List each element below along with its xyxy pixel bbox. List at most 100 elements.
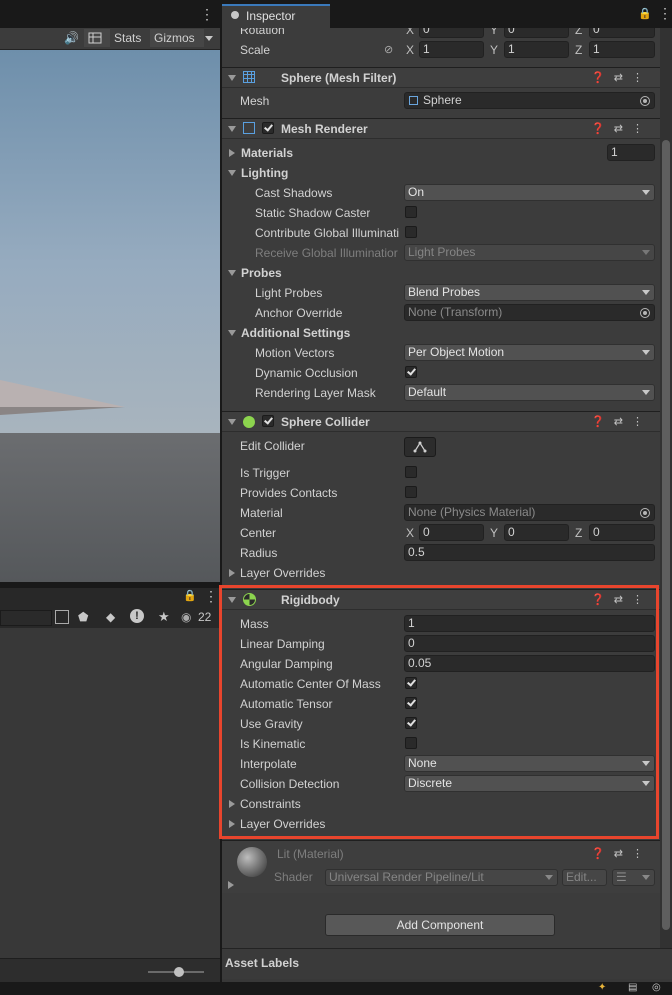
add-component-button[interactable]: Add Component: [325, 914, 555, 936]
collider-material-field[interactable]: None (Physics Material): [404, 504, 655, 521]
axis-x-label[interactable]: X: [406, 43, 414, 57]
cast-shadows-dropdown[interactable]: On: [404, 184, 655, 201]
motion-vectors-dropdown[interactable]: Per Object Motion: [404, 344, 655, 361]
favorite-star-icon[interactable]: ★: [158, 609, 170, 625]
project-lock-icon[interactable]: 🔒: [183, 589, 197, 602]
materials-count-field[interactable]: 1: [607, 144, 655, 161]
axis-y-label[interactable]: Y: [490, 28, 498, 37]
probes-row[interactable]: Probes: [222, 263, 660, 283]
mesh-filter-header[interactable]: Sphere (Mesh Filter) ❓⇄⋮: [222, 67, 660, 88]
foldout-arrow-icon[interactable]: [228, 270, 236, 276]
scale-z-field[interactable]: 1: [589, 41, 655, 58]
foldout-arrow-icon[interactable]: [229, 149, 235, 157]
project-search-input[interactable]: [0, 610, 52, 626]
component-header-icons[interactable]: ❓⇄⋮: [591, 415, 652, 428]
mesh-object-field[interactable]: Sphere: [404, 92, 655, 109]
object-picker-icon[interactable]: [640, 508, 650, 518]
inspector-scroll-thumb[interactable]: [662, 140, 670, 930]
mesh-icon: [409, 96, 418, 105]
light-probes-label: Light Probes: [255, 286, 323, 300]
foldout-arrow-icon[interactable]: [229, 569, 235, 577]
foldout-arrow-icon[interactable]: [228, 126, 236, 132]
component-header-icons[interactable]: ❓⇄⋮: [591, 122, 652, 135]
rotation-y-field[interactable]: 0: [504, 28, 569, 38]
collider-material-label: Material: [240, 506, 283, 520]
axis-x-label[interactable]: X: [406, 526, 414, 540]
center-row: Center X 0 Y 0 Z 0: [222, 523, 660, 543]
component-header-icons[interactable]: ❓⇄⋮: [591, 71, 652, 84]
progress-icon[interactable]: ◎: [652, 982, 661, 993]
anchor-override-field[interactable]: None (Transform): [404, 304, 655, 321]
link-scale-icon[interactable]: ⊘: [384, 43, 393, 56]
gizmos-dropdown-icon[interactable]: [205, 36, 213, 41]
collider-layer-overrides-row[interactable]: Layer Overrides: [222, 563, 660, 583]
axis-y-label[interactable]: Y: [490, 43, 498, 57]
rotation-x-field[interactable]: 0: [419, 28, 484, 38]
foldout-arrow-icon[interactable]: [228, 419, 236, 425]
additional-settings-row[interactable]: Additional Settings: [222, 323, 660, 343]
gizmos-button[interactable]: Gizmos: [150, 29, 204, 47]
component-header-icons[interactable]: ❓⇄⋮: [591, 847, 652, 860]
rigidbody-highlight-box: [219, 585, 659, 839]
material-header[interactable]: Lit (Material) ❓⇄⋮ Shader Universal Rend…: [222, 840, 660, 893]
filter-by-label-icon[interactable]: ⬟: [78, 610, 88, 624]
axis-z-label[interactable]: Z: [575, 43, 582, 57]
project-body[interactable]: [0, 628, 220, 958]
axis-z-label[interactable]: Z: [575, 28, 582, 37]
warning-filter-icon[interactable]: !: [130, 609, 144, 623]
sphere-collider-enabled-checkbox[interactable]: [262, 415, 274, 427]
is-trigger-checkbox[interactable]: [405, 466, 417, 478]
center-y-field[interactable]: 0: [504, 524, 569, 541]
provides-contacts-checkbox[interactable]: [405, 486, 417, 498]
sphere-collider-header[interactable]: Sphere Collider ❓⇄⋮: [222, 411, 660, 432]
project-more-button[interactable]: ⋮: [204, 588, 218, 605]
receive-gi-value: Light Probes: [408, 245, 476, 259]
foldout-arrow-icon[interactable]: [228, 75, 236, 81]
debug-bug-icon[interactable]: ✦: [598, 982, 606, 993]
contribute-gi-checkbox[interactable]: [405, 226, 417, 238]
collider-material-row: Material None (Physics Material): [222, 503, 660, 523]
scene-viewport[interactable]: [0, 50, 220, 582]
dynamic-occlusion-checkbox[interactable]: [405, 366, 417, 378]
center-x-field[interactable]: 0: [419, 524, 484, 541]
scale-y-field[interactable]: 1: [504, 41, 569, 58]
static-shadow-checkbox[interactable]: [405, 206, 417, 218]
axis-y-label[interactable]: Y: [490, 526, 498, 540]
layers-icon[interactable]: ▤: [628, 982, 637, 993]
object-picker-icon[interactable]: [640, 308, 650, 318]
inspector-more-button[interactable]: ⋮: [658, 5, 672, 22]
stats-button[interactable]: Stats: [110, 29, 145, 47]
center-z-field[interactable]: 0: [589, 524, 655, 541]
light-probes-dropdown[interactable]: Blend Probes: [404, 284, 655, 301]
materials-row[interactable]: Materials 1: [222, 143, 660, 163]
probes-label: Probes: [241, 266, 282, 280]
scale-x-field[interactable]: 1: [419, 41, 484, 58]
zoom-slider-handle[interactable]: [174, 967, 184, 977]
tab-inspector[interactable]: Inspector: [222, 4, 330, 28]
edit-collider-row: Edit Collider: [222, 436, 660, 460]
axis-z-label[interactable]: Z: [575, 526, 582, 540]
foldout-arrow-icon[interactable]: [228, 881, 234, 889]
object-picker-icon[interactable]: [640, 96, 650, 106]
search-by-type-icon[interactable]: [55, 610, 69, 624]
axis-x-label[interactable]: X: [406, 28, 414, 37]
rendering-layer-dropdown[interactable]: Default: [404, 384, 655, 401]
effects-toggle-icon[interactable]: [84, 29, 110, 47]
hidden-eye-icon[interactable]: ◉: [181, 610, 191, 624]
foldout-arrow-icon[interactable]: [228, 170, 236, 176]
rotation-z-field[interactable]: 0: [589, 28, 655, 38]
anchor-override-value: None (Transform): [408, 305, 503, 319]
scene-more-button[interactable]: ⋮: [200, 6, 214, 23]
edit-collider-button[interactable]: [404, 437, 436, 457]
asset-labels-bar[interactable]: Asset Labels: [222, 948, 672, 979]
lighting-row[interactable]: Lighting: [222, 163, 660, 183]
foldout-arrow-icon[interactable]: [228, 330, 236, 336]
mesh-renderer-enabled-checkbox[interactable]: [262, 122, 274, 134]
audio-toggle-icon[interactable]: 🔊: [60, 29, 83, 47]
mesh-renderer-header[interactable]: Mesh Renderer ❓⇄⋮: [222, 118, 660, 139]
collider-layer-overrides-label: Layer Overrides: [240, 566, 326, 580]
inspector-lock-icon[interactable]: 🔒: [638, 7, 652, 20]
tag-icon[interactable]: ◆: [106, 610, 115, 624]
rendering-layer-value: Default: [408, 385, 447, 399]
radius-field[interactable]: 0.5: [404, 544, 655, 561]
